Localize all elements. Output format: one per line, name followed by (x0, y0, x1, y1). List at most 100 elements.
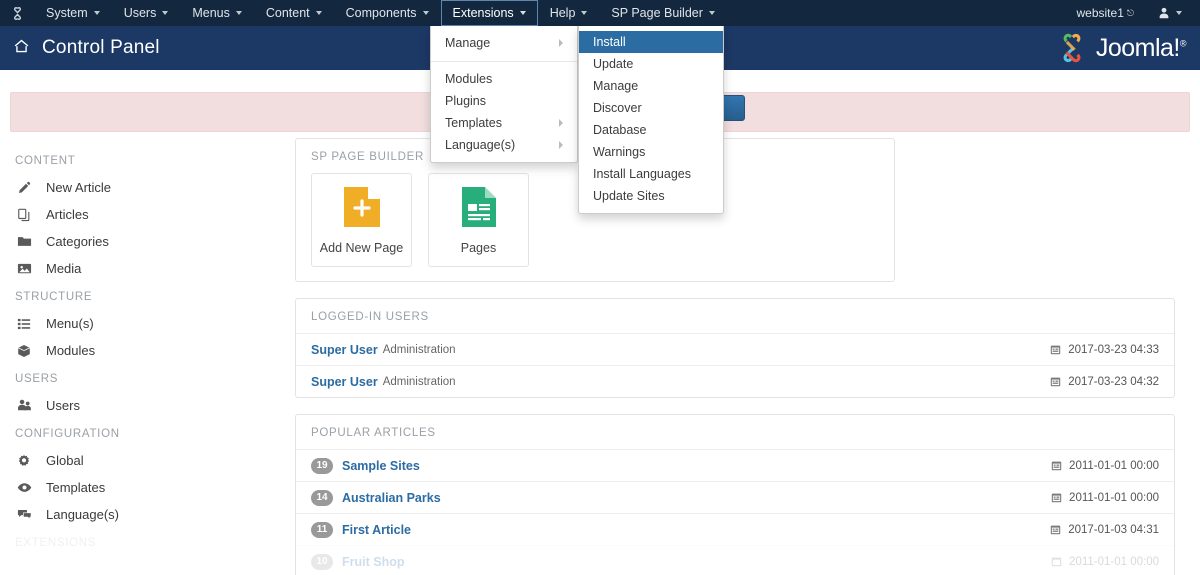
chevron-down-icon (581, 11, 588, 15)
sidebar-item-global[interactable]: Global (0, 447, 285, 474)
menu-users-label: Users (123, 6, 157, 20)
sidebar-item-languages[interactable]: Language(s) (0, 501, 285, 528)
hit-count-badge: 11 (311, 521, 333, 538)
sidebar-item-label: Global (46, 453, 84, 468)
menu-users[interactable]: Users (112, 0, 181, 26)
menu-sp-page-builder[interactable]: SP Page Builder (599, 0, 727, 26)
date-value: 2017-01-03 04:31 (1068, 523, 1159, 536)
user-name[interactable]: Super User (311, 375, 378, 389)
user-menu[interactable] (1144, 7, 1188, 19)
sidebar-item-templates[interactable]: Templates (0, 474, 285, 501)
chevron-down-icon (1176, 11, 1182, 15)
sidebar: CONTENT New Article Articles Categories … (0, 138, 285, 575)
chevron-down-icon (162, 11, 169, 15)
home-icon[interactable] (0, 38, 42, 59)
menu-menus[interactable]: Menus (180, 0, 254, 26)
dropdown-item-languages[interactable]: Language(s) (431, 134, 577, 156)
menu-help[interactable]: Help (538, 0, 600, 26)
sidebar-group-configuration: CONFIGURATION (15, 428, 120, 440)
panel-popular-articles: POPULAR ARTICLES 19 Sample Sites 2011-01… (295, 414, 1175, 575)
dropdown-item-label: Language(s) (445, 138, 516, 152)
dropdown-extensions: Manage Modules Plugins Templates Languag… (430, 26, 578, 163)
dropdown-item-plugins[interactable]: Plugins (431, 90, 577, 112)
main-content: SP PAGE BUILDER Add New Page Pages LOGGE… (285, 138, 1200, 575)
table-row[interactable]: 14 Australian Parks 2011-01-01 00:00 (296, 481, 1174, 513)
site-preview-link[interactable]: website1 ⎋ (1069, 6, 1143, 20)
user-role: Administration (382, 343, 456, 356)
date-value: 2011-01-01 00:00 (1069, 459, 1159, 472)
sidebar-item-media[interactable]: Media (0, 255, 285, 282)
dropdown-item-database[interactable]: Database (579, 119, 723, 141)
table-row[interactable]: 11 First Article 2017-01-03 04:31 (296, 513, 1174, 545)
table-row[interactable]: 10 Fruit Shop 2011-01-01 00:00 (296, 545, 1174, 575)
dropdown-item-update[interactable]: Update (579, 53, 723, 75)
sidebar-item-label: Modules (46, 343, 96, 358)
joomla-mark-icon[interactable] (0, 0, 34, 26)
sidebar-item-new-article[interactable]: New Article (0, 174, 285, 201)
sidebar-item-label: Language(s) (46, 507, 119, 522)
admin-topbar: System Users Menus Content Components Ex… (0, 0, 1200, 26)
article-link[interactable]: Fruit Shop (342, 555, 405, 569)
chevron-right-icon (559, 119, 563, 127)
date-value: 2017-03-23 04:33 (1068, 343, 1159, 356)
list-icon (15, 317, 33, 331)
dropdown-item-warnings[interactable]: Warnings (579, 141, 723, 163)
add-new-page-tile[interactable]: Add New Page (311, 173, 412, 267)
row-date: 2011-01-01 00:00 (1051, 492, 1159, 504)
dropdown-item-manage[interactable]: Manage (431, 32, 577, 54)
dropdown-manage-submenu: Install Update Manage Discover Database … (578, 26, 724, 214)
user-icon (1159, 7, 1169, 19)
article-link[interactable]: Australian Parks (342, 491, 441, 505)
row-date: 2017-03-23 04:33 (1050, 344, 1159, 356)
dropdown-item-label: Manage (593, 79, 639, 93)
table-row[interactable]: Super User Administration 2017-03-23 04:… (296, 365, 1174, 397)
dropdown-item-label: Plugins (445, 94, 486, 108)
menu-system[interactable]: System (34, 0, 112, 26)
dropdown-item-templates[interactable]: Templates (431, 112, 577, 134)
pages-tile[interactable]: Pages (428, 173, 529, 267)
calendar-icon (1050, 376, 1061, 387)
menu-components[interactable]: Components (334, 0, 441, 26)
dropdown-item-label: Templates (445, 116, 502, 130)
sidebar-item-modules[interactable]: Modules (0, 337, 285, 364)
dropdown-item-install-languages[interactable]: Install Languages (579, 163, 723, 185)
chevron-down-icon (93, 11, 100, 15)
menu-content[interactable]: Content (254, 0, 334, 26)
dropdown-item-update-sites[interactable]: Update Sites (579, 185, 723, 207)
menu-extensions-label: Extensions (452, 6, 514, 20)
chevron-down-icon (235, 11, 242, 15)
article-link[interactable]: Sample Sites (342, 459, 420, 473)
sidebar-item-label: Menu(s) (46, 316, 94, 331)
sidebar-item-articles[interactable]: Articles (0, 201, 285, 228)
chevron-down-icon (422, 11, 429, 15)
dropdown-item-install[interactable]: Install (579, 31, 723, 53)
article-link[interactable]: First Article (342, 523, 411, 537)
dropdown-item-manage[interactable]: Manage (579, 75, 723, 97)
sidebar-item-users[interactable]: Users (0, 392, 285, 419)
dropdown-item-label: Modules (445, 72, 493, 86)
dropdown-item-label: Install Languages (593, 167, 691, 181)
chevron-down-icon (315, 11, 322, 15)
pages-icon (459, 185, 499, 232)
date-value: 2017-03-23 04:32 (1068, 375, 1159, 388)
table-row[interactable]: 19 Sample Sites 2011-01-01 00:00 (296, 449, 1174, 481)
calendar-icon (1051, 556, 1062, 567)
dropdown-item-discover[interactable]: Discover (579, 97, 723, 119)
menu-content-label: Content (265, 6, 310, 20)
site-name-label: website1 (1076, 6, 1124, 20)
dropdown-item-modules[interactable]: Modules (431, 68, 577, 90)
chevron-down-icon (708, 11, 715, 15)
table-row[interactable]: Super User Administration 2017-03-23 04:… (296, 333, 1174, 365)
dropdown-item-label: Manage (445, 36, 491, 50)
sidebar-item-menus[interactable]: Menu(s) (0, 310, 285, 337)
folder-icon (15, 234, 33, 249)
sidebar-item-categories[interactable]: Categories (0, 228, 285, 255)
cube-icon (15, 344, 33, 358)
menu-extensions[interactable]: Extensions (440, 0, 538, 26)
dropdown-item-label: Warnings (593, 145, 646, 159)
menu-menus-label: Menus (192, 6, 230, 20)
tile-label: Add New Page (319, 241, 404, 255)
joomla-brand: Joomla!® (1055, 31, 1187, 65)
user-name[interactable]: Super User (311, 343, 378, 357)
brand-name: Joomla! (1095, 33, 1181, 62)
